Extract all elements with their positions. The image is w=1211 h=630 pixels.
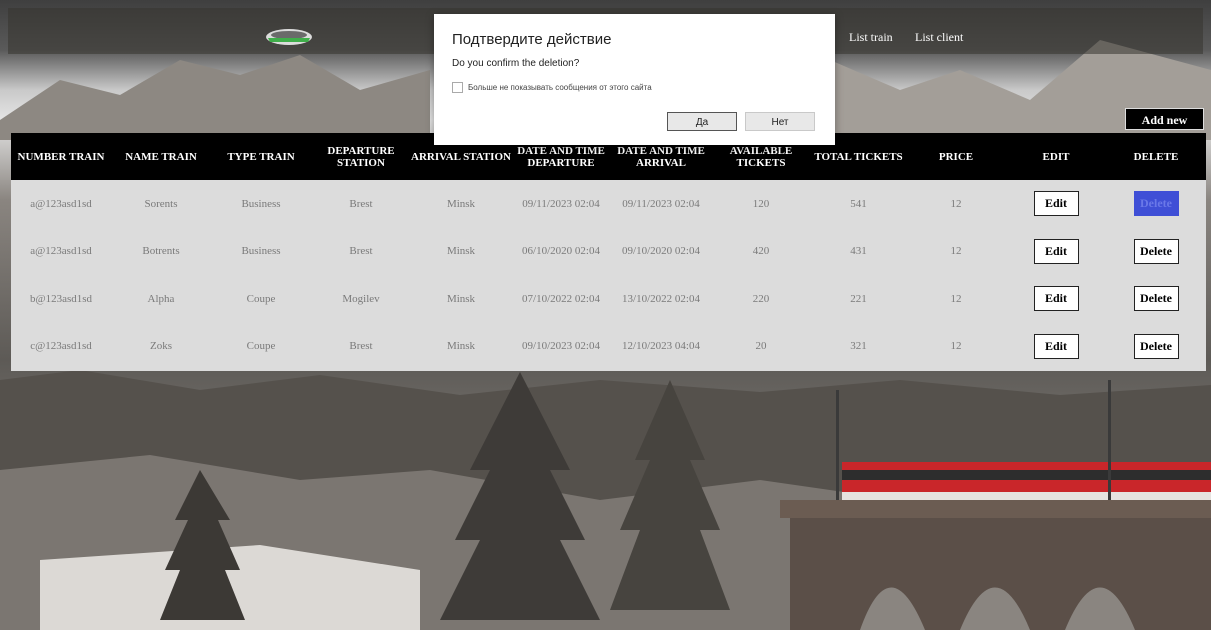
checkbox-label: Больше не показывать сообщения от этого … xyxy=(468,83,652,92)
header-name-train: NAME TRAIN xyxy=(125,150,197,163)
cell-departure: Brest xyxy=(349,197,373,210)
cell-date-departure: 09/10/2023 02:04 xyxy=(522,340,600,353)
cell-date-departure: 07/10/2022 02:04 xyxy=(522,292,600,305)
delete-button[interactable]: Delete xyxy=(1133,333,1179,359)
cell-delete: Delete xyxy=(1106,323,1206,371)
cell-name: Botrents xyxy=(142,245,180,258)
cell-total: 431 xyxy=(850,245,867,258)
header-type-train: TYPE TRAIN xyxy=(227,150,295,163)
cell-date-arrival: 12/10/2023 04:04 xyxy=(622,340,700,353)
cell-type: Coupe xyxy=(246,340,276,353)
dialog-title: Подтвердите действие xyxy=(452,31,612,48)
cell-date-arrival: 09/10/2020 02:04 xyxy=(622,245,700,258)
cell-name: Alpha xyxy=(147,292,175,305)
cell-departure: Mogilev xyxy=(342,292,380,305)
cell-price: 12 xyxy=(950,340,962,353)
train-table-container: NUMBER TRAIN NAME TRAIN TYPE TRAIN DEPAR… xyxy=(11,133,1206,371)
train-table: NUMBER TRAIN NAME TRAIN TYPE TRAIN DEPAR… xyxy=(11,133,1206,370)
cell-available: 20 xyxy=(755,340,767,353)
cell-name: Sorents xyxy=(144,197,178,210)
confirm-ok-button[interactable]: Да xyxy=(667,112,737,131)
cell-delete: Delete xyxy=(1106,275,1206,323)
table-row: a@123asd1sd Botrents Business Brest Mins… xyxy=(11,228,1206,276)
cell-date-departure: 09/11/2023 02:04 xyxy=(522,197,600,210)
cell-price: 12 xyxy=(950,197,962,210)
confirm-cancel-button[interactable]: Нет xyxy=(745,112,815,131)
cell-edit: Edit xyxy=(1006,180,1106,228)
dialog-message: Do you confirm the deletion? xyxy=(452,58,580,69)
cell-type: Coupe xyxy=(246,292,276,305)
checkbox-box[interactable] xyxy=(452,82,463,93)
cell-type: Business xyxy=(241,197,281,210)
cell-available: 420 xyxy=(752,245,770,258)
cell-number: a@123asd1sd xyxy=(30,245,92,258)
header-edit: EDIT xyxy=(1042,150,1070,163)
cell-delete: Delete xyxy=(1106,180,1206,228)
cell-arrival: Minsk xyxy=(446,340,476,353)
cell-date-departure: 06/10/2020 02:04 xyxy=(522,245,600,258)
cell-total: 221 xyxy=(850,292,867,305)
cell-available: 120 xyxy=(752,197,770,210)
cell-total: 321 xyxy=(850,340,867,353)
cell-type: Business xyxy=(241,245,281,258)
cell-edit: Edit xyxy=(1006,323,1106,371)
edit-button[interactable]: Edit xyxy=(1033,238,1079,264)
cell-date-arrival: 13/10/2022 02:04 xyxy=(622,292,700,305)
cell-number: c@123asd1sd xyxy=(30,340,92,353)
cell-departure: Brest xyxy=(349,245,373,258)
header-number-train: NUMBER TRAIN xyxy=(17,150,105,163)
table-row: c@123asd1sd Zoks Coupe Brest Minsk 09/10… xyxy=(11,323,1206,371)
delete-button[interactable]: Delete xyxy=(1133,191,1179,217)
cell-total: 541 xyxy=(850,197,867,210)
edit-button[interactable]: Edit xyxy=(1033,191,1079,217)
cell-arrival: Minsk xyxy=(446,292,476,305)
cell-edit: Edit xyxy=(1006,228,1106,276)
edit-button[interactable]: Edit xyxy=(1033,333,1079,359)
cell-number: a@123asd1sd xyxy=(30,197,92,210)
cell-date-arrival: 09/11/2023 02:04 xyxy=(622,197,700,210)
cell-arrival: Minsk xyxy=(446,197,476,210)
cell-available: 220 xyxy=(752,292,770,305)
nav-list-train[interactable]: List train xyxy=(849,30,893,45)
cell-arrival: Minsk xyxy=(446,245,476,258)
cell-price: 12 xyxy=(950,292,962,305)
edit-button[interactable]: Edit xyxy=(1033,286,1079,312)
cell-delete: Delete xyxy=(1106,228,1206,276)
header-departure-station: DEPARTURE STATION xyxy=(327,144,395,169)
nav-list-client[interactable]: List client xyxy=(915,30,963,45)
table-row: a@123asd1sd Sorents Business Brest Minsk… xyxy=(11,180,1206,228)
cell-number: b@123asd1sd xyxy=(29,292,93,305)
cell-edit: Edit xyxy=(1006,275,1106,323)
cell-price: 12 xyxy=(950,245,962,258)
header-price: PRICE xyxy=(938,150,974,163)
confirm-dialog: Подтвердите действие Do you confirm the … xyxy=(434,14,835,145)
table-row: b@123asd1sd Alpha Coupe Mogilev Minsk 07… xyxy=(11,275,1206,323)
cell-name: Zoks xyxy=(150,340,172,353)
header-delete: DELETE xyxy=(1133,150,1179,163)
add-new-train-button[interactable]: Add new train xyxy=(1125,108,1204,147)
train-logo-icon[interactable] xyxy=(264,26,314,48)
cell-departure: Brest xyxy=(349,340,373,353)
delete-button[interactable]: Delete xyxy=(1133,286,1179,312)
delete-button[interactable]: Delete xyxy=(1133,238,1179,264)
suppress-dialogs-checkbox[interactable]: Больше не показывать сообщения от этого … xyxy=(452,82,652,93)
